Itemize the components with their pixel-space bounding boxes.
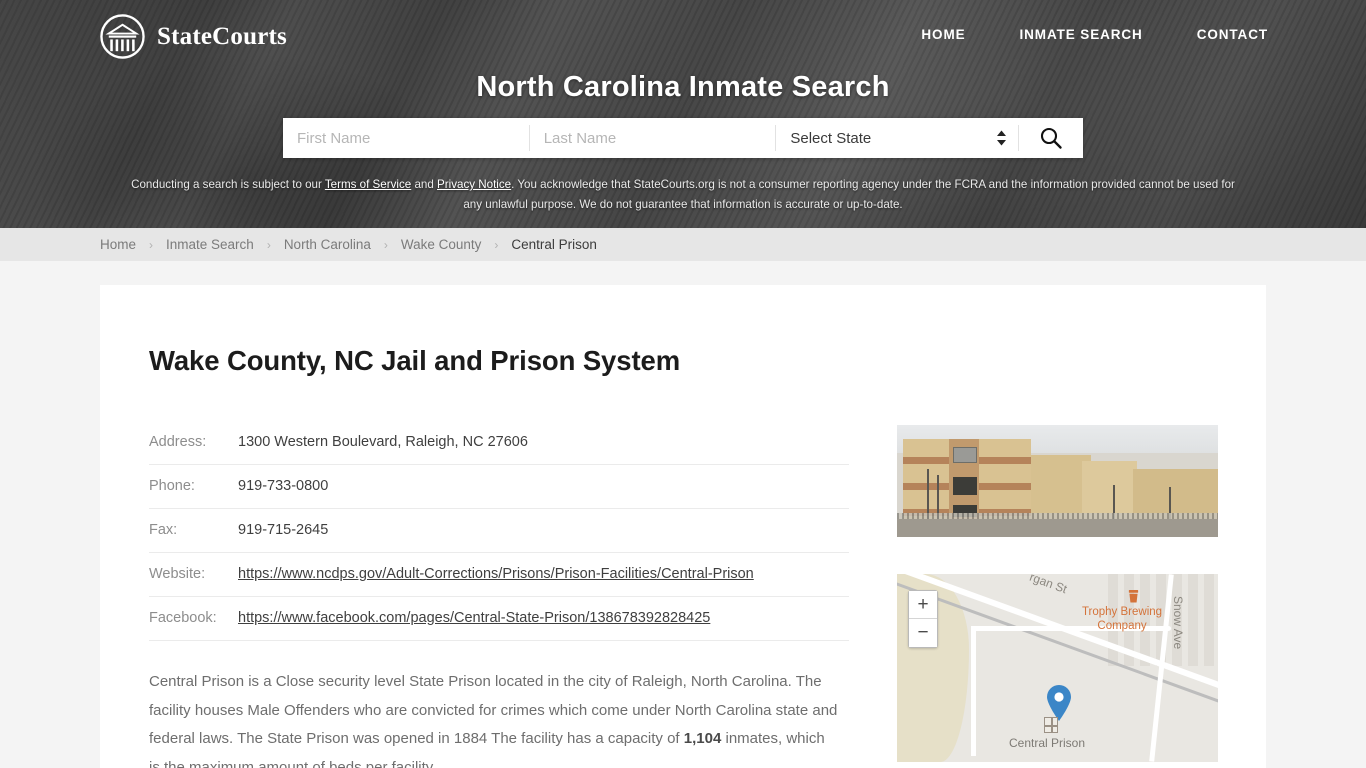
map-prison-building-icon (1044, 717, 1058, 733)
content-card: Wake County, NC Jail and Prison System A… (100, 285, 1266, 768)
breadcrumb-separator-icon: › (266, 237, 271, 252)
facility-description: Central Prison is a Close security level… (149, 668, 839, 768)
search-disclaimer: Conducting a search is subject to our Te… (131, 175, 1235, 215)
photo-ground (897, 519, 1218, 537)
search-submit-button[interactable] (1019, 118, 1083, 158)
courthouse-circle-icon (100, 14, 145, 59)
brand-logo[interactable]: StateCourts (99, 13, 287, 60)
table-row: Phone: 919-733-0800 (149, 464, 849, 509)
brand-name: StateCourts (157, 22, 287, 50)
disclaimer-part-3: . You acknowledge that StateCourts.org i… (463, 178, 1235, 211)
fact-label-address: Address: (149, 421, 238, 465)
breadcrumb-separator-icon: › (494, 237, 499, 252)
photo-window-upper (953, 447, 977, 463)
page-title: Wake County, NC Jail and Prison System (149, 345, 681, 376)
fact-label-facebook: Facebook: (149, 596, 238, 641)
map-zoom-in-button[interactable]: + (909, 591, 937, 619)
breadcrumb-separator-icon: › (149, 237, 154, 252)
breadcrumb-item-inmate-search[interactable]: Inmate Search (166, 237, 254, 252)
content-columns: Address: 1300 Western Boulevard, Raleigh… (149, 421, 1218, 768)
inmate-search-form: Select State (283, 118, 1083, 158)
table-row: Fax: 919-715-2645 (149, 508, 849, 553)
disclaimer-part-2: and (411, 178, 438, 191)
media-column: + − rgan St Snow Ave Trophy Brewing Comp… (897, 421, 1218, 768)
nav-item-contact[interactable]: CONTACT (1197, 27, 1268, 42)
location-map[interactable]: + − rgan St Snow Ave Trophy Brewing Comp… (897, 574, 1218, 762)
fact-label-website: Website: (149, 552, 238, 597)
fact-value-facebook: https://www.facebook.com/pages/Central-S… (238, 596, 849, 641)
fact-label-fax: Fax: (149, 508, 238, 553)
site-header: StateCourts HOME INMATE SEARCH CONTACT N… (0, 0, 1366, 228)
description-capacity: 1,104 (683, 730, 722, 747)
privacy-notice-link[interactable]: Privacy Notice (437, 178, 511, 191)
brewery-cup-icon (1128, 590, 1139, 603)
table-row: Address: 1300 Western Boulevard, Raleigh… (149, 421, 849, 465)
page-body: Wake County, NC Jail and Prison System A… (0, 261, 1366, 768)
table-row: Website: https://www.ncdps.gov/Adult-Cor… (149, 552, 849, 597)
state-select-value: Select State (790, 129, 872, 147)
facility-facts-table: Address: 1300 Western Boulevard, Raleigh… (149, 421, 849, 641)
facility-photo (897, 425, 1218, 537)
map-label-morgan-st: rgan St (1027, 574, 1069, 597)
main-navigation: HOME INMATE SEARCH CONTACT (921, 27, 1268, 42)
nav-item-inmate-search[interactable]: INMATE SEARCH (1020, 27, 1143, 42)
nav-item-home[interactable]: HOME (921, 27, 965, 42)
state-select[interactable]: Select State (776, 118, 1018, 158)
photo-window-middle (953, 477, 977, 495)
map-label-central-prison: Central Prison (1009, 736, 1086, 750)
table-row: Facebook: https://www.facebook.com/pages… (149, 596, 849, 641)
fact-value-fax: 919-715-2645 (238, 508, 849, 553)
map-zoom-controls: + − (908, 590, 938, 648)
search-icon (1040, 127, 1062, 149)
fact-value-website: https://www.ncdps.gov/Adult-Corrections/… (238, 552, 849, 597)
breadcrumb-item-wake-county[interactable]: Wake County (401, 237, 482, 252)
fact-label-phone: Phone: (149, 464, 238, 509)
breadcrumb: Home › Inmate Search › North Carolina › … (0, 228, 1366, 261)
website-link[interactable]: https://www.ncdps.gov/Adult-Corrections/… (238, 566, 754, 582)
breadcrumb-item-home[interactable]: Home (100, 237, 136, 252)
facebook-link[interactable]: https://www.facebook.com/pages/Central-S… (238, 610, 710, 626)
fact-value-phone: 919-733-0800 (238, 464, 849, 509)
breadcrumb-item-north-carolina[interactable]: North Carolina (284, 237, 371, 252)
first-name-input[interactable] (283, 118, 529, 158)
map-road-tertiary (971, 626, 976, 756)
disclaimer-part-1: Conducting a search is subject to our (131, 178, 325, 191)
map-zoom-out-button[interactable]: − (909, 619, 937, 647)
fact-value-address: 1300 Western Boulevard, Raleigh, NC 2760… (238, 421, 849, 465)
facility-details-column: Address: 1300 Western Boulevard, Raleigh… (149, 421, 849, 768)
breadcrumb-item-central-prison: Central Prison (511, 237, 597, 252)
chevron-updown-icon (997, 130, 1007, 146)
hero-title: North Carolina Inmate Search (476, 71, 890, 103)
map-label-trophy-brewing: Trophy Brewing Company (1081, 606, 1163, 632)
last-name-input[interactable] (529, 118, 776, 158)
breadcrumb-separator-icon: › (383, 237, 388, 252)
terms-of-service-link[interactable]: Terms of Service (325, 178, 411, 191)
